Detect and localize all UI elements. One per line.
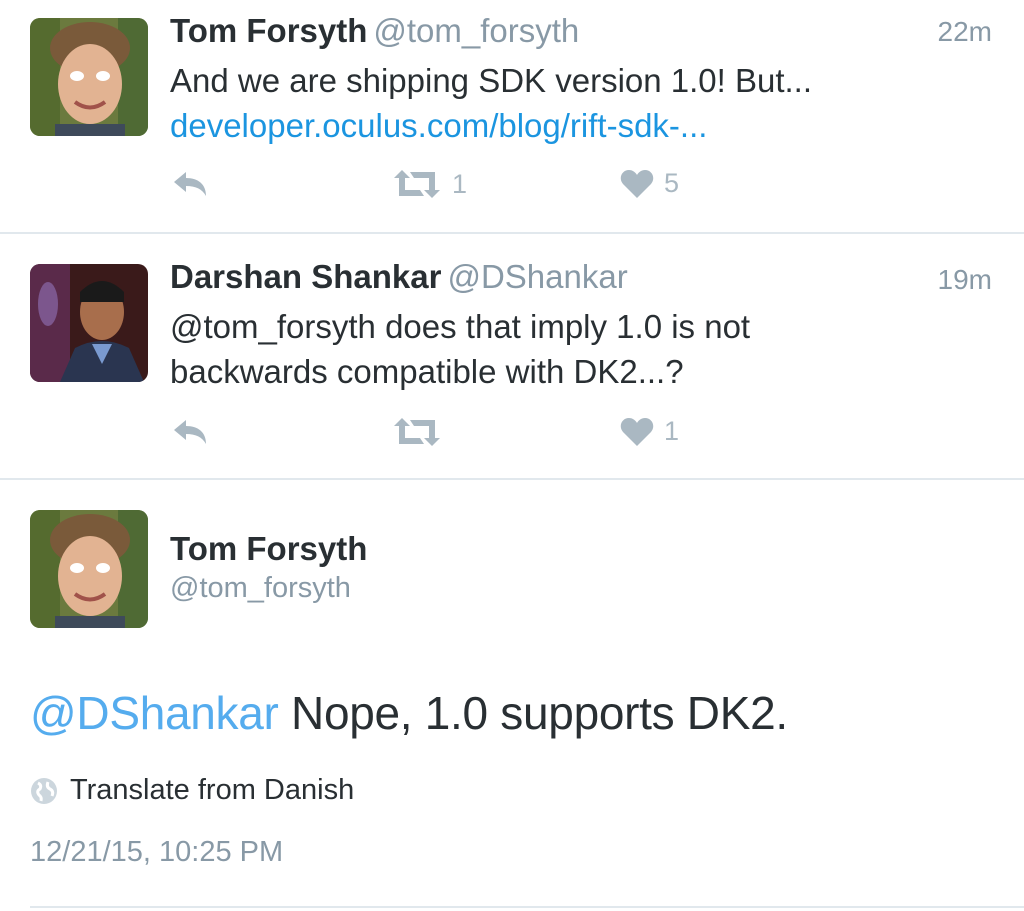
tweet-text: @tom_forsyth does that imply 1.0 is not …	[170, 304, 930, 394]
like-icon	[620, 417, 654, 446]
mention-link[interactable]: @DShankar	[30, 687, 279, 739]
like-icon	[620, 169, 654, 198]
tweet-text-line: And we are shipping SDK version 1.0! But…	[170, 62, 813, 99]
tweet-body: Nope, 1.0 supports DK2.	[278, 687, 788, 739]
avatar[interactable]	[30, 510, 148, 628]
retweet-button[interactable]	[392, 416, 452, 448]
tweet-time: 22m	[937, 16, 992, 47]
tweet-2[interactable]: Darshan Shankar @DShankar 19m @tom_forsyt…	[0, 234, 1024, 478]
tweet-link[interactable]: developer.oculus.com/blog/rift-sdk-...	[170, 103, 930, 148]
tweet-text-line: backwards compatible with DK2...?	[170, 353, 684, 390]
main-tweet: Tom Forsyth @tom_forsyth @DShankar Nope,…	[0, 480, 1024, 911]
author-name[interactable]: Darshan Shankar	[170, 258, 441, 295]
tweet-text: @DShankar Nope, 1.0 supports DK2.	[30, 686, 788, 740]
tweet-1[interactable]: Tom Forsyth @tom_forsyth 22m And we are s…	[0, 0, 1024, 232]
author-name[interactable]: Tom Forsyth	[170, 530, 367, 568]
author-handle[interactable]: @tom_forsyth	[373, 12, 579, 49]
reply-button[interactable]	[170, 168, 210, 200]
author-handle[interactable]: @DShankar	[447, 258, 627, 295]
like-count: 5	[664, 168, 680, 198]
like-button[interactable]: 5	[620, 168, 679, 199]
retweet-button[interactable]: 1	[392, 168, 467, 200]
tweet-text-line: @tom_forsyth does that imply 1.0 is not	[170, 308, 751, 345]
globe-icon	[31, 777, 57, 804]
reply-button[interactable]	[170, 416, 210, 448]
reply-icon	[174, 172, 206, 196]
retweet-icon	[394, 418, 440, 446]
reply-icon	[174, 420, 206, 444]
avatar[interactable]	[30, 18, 148, 136]
retweet-count: 1	[452, 168, 468, 199]
translate-link[interactable]: Translate from Danish	[30, 774, 354, 807]
retweet-icon	[394, 170, 440, 198]
author-handle[interactable]: @tom_forsyth	[170, 572, 351, 605]
tweet-time: 19m	[937, 264, 992, 295]
like-button[interactable]: 1	[620, 416, 679, 447]
avatar[interactable]	[30, 264, 148, 382]
translate-label[interactable]: Translate from Danish	[70, 774, 354, 807]
tweet-timestamp: 12/21/15, 10:25 PM	[30, 836, 284, 868]
tweet-text: And we are shipping SDK version 1.0! But…	[170, 58, 930, 148]
author-name[interactable]: Tom Forsyth	[170, 12, 367, 49]
divider	[30, 906, 1024, 908]
like-count: 1	[664, 416, 680, 446]
